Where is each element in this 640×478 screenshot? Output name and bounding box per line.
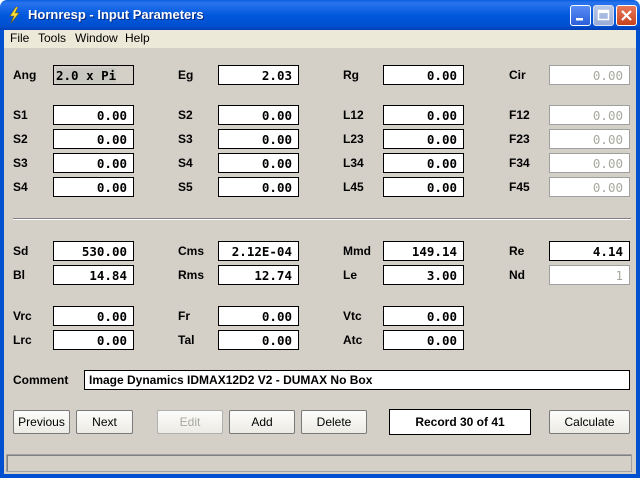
s4-col2-field[interactable]: 0.00 xyxy=(218,153,299,173)
mmd-field[interactable]: 149.14 xyxy=(383,241,464,261)
label-l23: L23 xyxy=(343,132,364,146)
eg-field[interactable]: 2.03 xyxy=(218,65,299,85)
bl-field[interactable]: 14.84 xyxy=(53,265,134,285)
cir-field: 0.00 xyxy=(549,65,630,85)
vrc-field[interactable]: 0.00 xyxy=(53,306,134,326)
le-field[interactable]: 3.00 xyxy=(383,265,464,285)
label-mmd: Mmd xyxy=(343,244,371,258)
window-title: Hornresp - Input Parameters xyxy=(28,7,204,22)
close-icon xyxy=(621,10,632,21)
s3-col2-field[interactable]: 0.00 xyxy=(218,129,299,149)
l23-field[interactable]: 0.00 xyxy=(383,129,464,149)
s2-col2-field[interactable]: 0.00 xyxy=(218,105,299,125)
f23-field: 0.00 xyxy=(549,129,630,149)
s2-field[interactable]: 0.00 xyxy=(53,129,134,149)
label-f34: F34 xyxy=(509,156,530,170)
add-button[interactable]: Add xyxy=(229,410,295,434)
menu-window[interactable]: Window xyxy=(71,31,122,45)
l45-field[interactable]: 0.00 xyxy=(383,177,464,197)
window-frame-bottom xyxy=(0,474,640,478)
label-l12: L12 xyxy=(343,108,364,122)
menu-bar: File Tools Window Help xyxy=(4,30,636,48)
label-l45: L45 xyxy=(343,180,364,194)
edit-button[interactable]: Edit xyxy=(157,410,223,434)
label-bl: Bl xyxy=(13,268,25,282)
calculate-button[interactable]: Calculate xyxy=(549,410,630,434)
label-s2: S2 xyxy=(13,132,28,146)
f12-field: 0.00 xyxy=(549,105,630,125)
next-button[interactable]: Next xyxy=(76,410,133,434)
lightning-app-icon xyxy=(9,7,20,23)
close-button[interactable] xyxy=(616,5,637,26)
label-vtc: Vtc xyxy=(343,309,362,323)
f34-field: 0.00 xyxy=(549,153,630,173)
label-s4: S4 xyxy=(13,180,28,194)
section-divider xyxy=(13,218,631,220)
label-rg: Rg xyxy=(343,68,359,82)
s4-field[interactable]: 0.00 xyxy=(53,177,134,197)
maximize-icon xyxy=(597,9,610,21)
l34-field[interactable]: 0.00 xyxy=(383,153,464,173)
label-eg: Eg xyxy=(178,68,194,82)
label-cir: Cir xyxy=(509,68,526,82)
label-re: Re xyxy=(509,244,525,258)
nd-field: 1 xyxy=(549,265,630,285)
vtc-field[interactable]: 0.00 xyxy=(383,306,464,326)
label-fr: Fr xyxy=(178,309,190,323)
record-indicator: Record 30 of 41 xyxy=(389,409,531,435)
tal-field[interactable]: 0.00 xyxy=(218,330,299,350)
l12-field[interactable]: 0.00 xyxy=(383,105,464,125)
ang-value: 2.0 x Pi xyxy=(56,68,117,83)
label-nd: Nd xyxy=(509,268,525,282)
sd-field[interactable]: 530.00 xyxy=(53,241,134,261)
input-parameters-panel: Ang 2.0 x Pi Eg 2.03 Rg 0.00 Cir 0.00 S1… xyxy=(4,48,636,474)
atc-field[interactable]: 0.00 xyxy=(383,330,464,350)
label-s5: S5 xyxy=(178,180,193,194)
delete-button[interactable]: Delete xyxy=(301,410,367,434)
label-cms: Cms xyxy=(178,244,205,258)
re-field[interactable]: 4.14 xyxy=(549,241,630,261)
label-le: Le xyxy=(343,268,358,282)
label-vrc: Vrc xyxy=(13,309,32,323)
label-atc: Atc xyxy=(343,333,363,347)
label-comment: Comment xyxy=(13,373,69,387)
label-s2-col2: S2 xyxy=(178,108,193,122)
label-tal: Tal xyxy=(178,333,195,347)
status-bar xyxy=(6,454,632,472)
menu-help[interactable]: Help xyxy=(121,31,154,45)
label-sd: Sd xyxy=(13,244,29,258)
label-ang: Ang xyxy=(13,68,37,82)
rg-field[interactable]: 0.00 xyxy=(383,65,464,85)
f45-field: 0.00 xyxy=(549,177,630,197)
cms-field[interactable]: 2.12E-04 xyxy=(218,241,299,261)
ang-field[interactable]: 2.0 x Pi xyxy=(53,65,134,85)
previous-button[interactable]: Previous xyxy=(13,410,70,434)
label-l34: L34 xyxy=(343,156,364,170)
s1-field[interactable]: 0.00 xyxy=(53,105,134,125)
label-s3-col2: S3 xyxy=(178,132,193,146)
rms-field[interactable]: 12.74 xyxy=(218,265,299,285)
s5-field[interactable]: 0.00 xyxy=(218,177,299,197)
comment-field[interactable]: Image Dynamics IDMAX12D2 V2 - DUMAX No B… xyxy=(84,370,630,390)
minimize-icon xyxy=(576,18,583,21)
label-f23: F23 xyxy=(509,132,530,146)
title-bar[interactable]: Hornresp - Input Parameters xyxy=(0,0,640,30)
label-f12: F12 xyxy=(509,108,530,122)
label-s4-col2: S4 xyxy=(178,156,193,170)
label-f45: F45 xyxy=(509,180,530,194)
s3-field[interactable]: 0.00 xyxy=(53,153,134,173)
menu-file[interactable]: File xyxy=(6,31,33,45)
menu-tools[interactable]: Tools xyxy=(34,31,70,45)
label-s1: S1 xyxy=(13,108,28,122)
lrc-field[interactable]: 0.00 xyxy=(53,330,134,350)
label-lrc: Lrc xyxy=(13,333,32,347)
maximize-button[interactable] xyxy=(593,5,614,26)
minimize-button[interactable] xyxy=(570,5,591,26)
fr-field[interactable]: 0.00 xyxy=(218,306,299,326)
label-rms: Rms xyxy=(178,268,205,282)
label-s3: S3 xyxy=(13,156,28,170)
window-frame-right xyxy=(636,30,640,478)
